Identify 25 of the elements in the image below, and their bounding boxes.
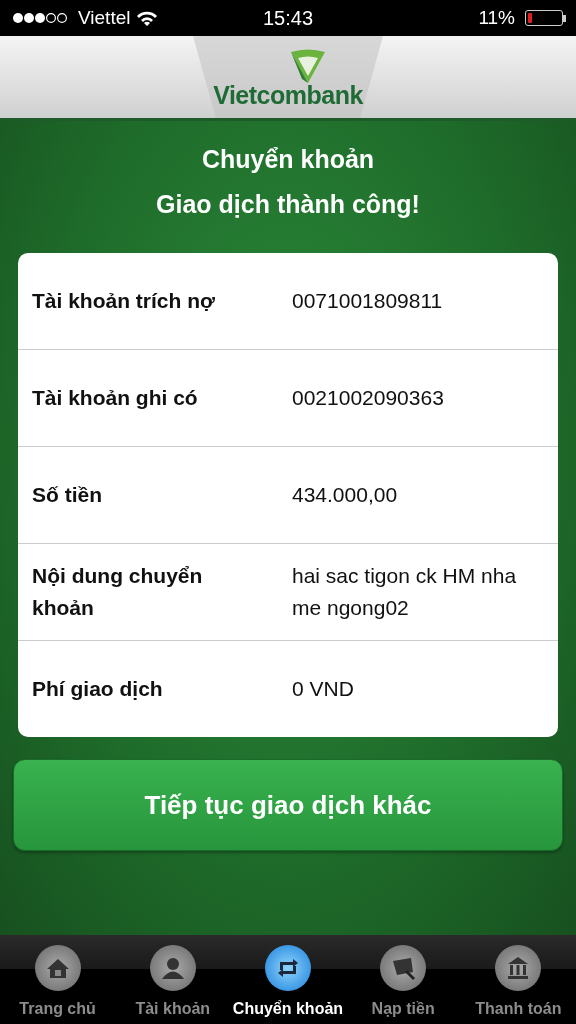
- detail-value: 434.000,00: [292, 482, 399, 508]
- logo-icon: [288, 49, 328, 85]
- detail-value: 0071001809811: [292, 288, 444, 314]
- detail-label: Nội dung chuyển khoản: [32, 563, 204, 621]
- tab-item[interactable]: Tài khoản: [116, 935, 229, 1024]
- detail-label: Tài khoản trích nợ: [32, 288, 216, 314]
- clock-time: 15:43: [262, 6, 314, 30]
- detail-label: Số tiền: [32, 482, 103, 508]
- wifi-icon: [136, 10, 159, 26]
- detail-value: 0021002090363: [292, 385, 445, 411]
- continue-button[interactable]: Tiếp tục giao dịch khác: [13, 759, 563, 851]
- tab-item[interactable]: Chuyển khoản: [231, 935, 344, 1024]
- battery-icon: [525, 10, 563, 26]
- detail-label: Tài khoản ghi có: [32, 385, 199, 411]
- tab-item[interactable]: Thanh toán: [462, 935, 575, 1024]
- carrier-name: Viettel: [78, 7, 131, 29]
- detail-value: hai sac tigon ck HM nha me ngong02: [292, 563, 518, 621]
- battery-percent: 11%: [478, 7, 515, 29]
- logo-wordmark: Vietcombank: [213, 81, 363, 110]
- screen-title: Chuyển khoản: [201, 145, 375, 175]
- tab-item[interactable]: Nạp tiền: [347, 935, 460, 1024]
- tab-item[interactable]: Trang chủ: [1, 935, 114, 1024]
- detail-value: 0 VND: [292, 676, 355, 702]
- detail-label: Phí giao dịch: [32, 676, 164, 702]
- success-message: Giao dịch thành công!: [156, 190, 420, 220]
